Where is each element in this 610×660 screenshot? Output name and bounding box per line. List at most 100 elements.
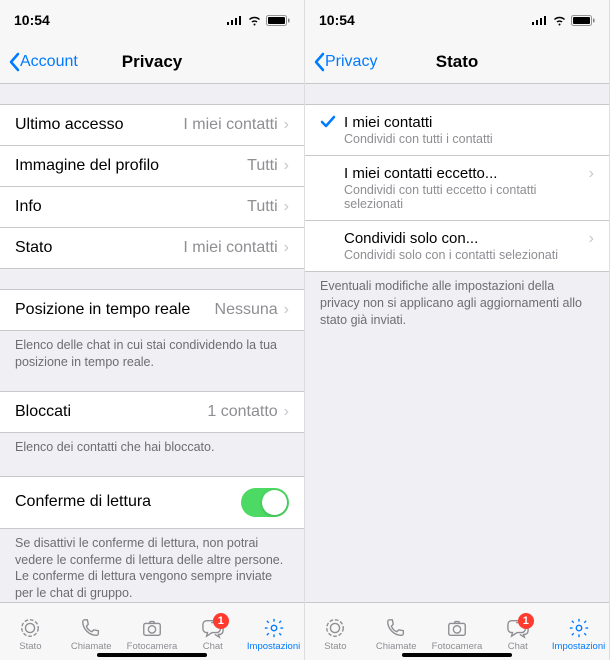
tab-chat[interactable]: 1 Chat bbox=[488, 616, 548, 652]
row-last-seen[interactable]: Ultimo accesso I miei contatti › bbox=[0, 104, 304, 146]
footer-note: Se disattivi le conferme di lettura, non… bbox=[0, 529, 304, 602]
chevron-left-icon bbox=[313, 52, 325, 72]
option-sub: Condividi con tutti eccetto i contatti s… bbox=[344, 183, 583, 211]
tab-impostazioni[interactable]: Impostazioni bbox=[244, 616, 304, 652]
camera-icon bbox=[446, 617, 468, 639]
checkmark-icon bbox=[320, 115, 336, 129]
signal-icon bbox=[227, 15, 243, 25]
back-label: Account bbox=[20, 53, 78, 71]
tab-label: Fotocamera bbox=[432, 641, 483, 652]
row-status[interactable]: Stato I miei contatti › bbox=[0, 228, 304, 269]
tab-label: Chiamate bbox=[71, 641, 112, 652]
tab-label: Chiamate bbox=[376, 641, 417, 652]
tab-fotocamera[interactable]: Fotocamera bbox=[122, 616, 182, 652]
footer-note: Elenco dei contatti che hai bloccato. bbox=[0, 433, 304, 456]
chevron-right-icon: › bbox=[284, 239, 289, 257]
row-label: Posizione in tempo reale bbox=[15, 301, 190, 319]
chevron-right-icon: › bbox=[284, 301, 289, 319]
tab-chat[interactable]: 1 Chat bbox=[183, 616, 243, 652]
row-label: Ultimo accesso bbox=[15, 116, 123, 134]
option-title: I miei contatti bbox=[344, 114, 594, 131]
option-contacts-except[interactable]: I miei contatti eccetto... Condividi con… bbox=[305, 156, 609, 221]
chevron-right-icon: › bbox=[589, 230, 594, 248]
tab-label: Impostazioni bbox=[247, 641, 300, 652]
tab-chiamate[interactable]: Chiamate bbox=[366, 616, 426, 652]
tab-bar: Stato Chiamate Fotocamera 1 Chat Imposta… bbox=[0, 602, 304, 660]
option-sub: Condividi solo con i contatti selezionat… bbox=[344, 248, 583, 262]
page-title: Stato bbox=[436, 52, 479, 72]
option-my-contacts[interactable]: I miei contatti Condividi con tutti i co… bbox=[305, 104, 609, 156]
row-value: Nessuna bbox=[215, 301, 278, 319]
camera-icon bbox=[141, 617, 163, 639]
row-value: Tutti bbox=[247, 198, 278, 216]
option-sub: Condividi con tutti i contatti bbox=[344, 132, 594, 146]
status-bar: 10:54 bbox=[305, 0, 609, 40]
tab-label: Chat bbox=[203, 641, 223, 652]
status-time: 10:54 bbox=[14, 12, 50, 28]
home-indicator[interactable] bbox=[97, 653, 207, 657]
back-label: Privacy bbox=[325, 53, 377, 71]
row-profile-photo[interactable]: Immagine del profilo Tutti › bbox=[0, 146, 304, 187]
status-indicators bbox=[532, 15, 595, 26]
option-share-only-with[interactable]: Condividi solo con... Condividi solo con… bbox=[305, 221, 609, 272]
chevron-right-icon: › bbox=[284, 198, 289, 216]
status-indicators bbox=[227, 15, 290, 26]
nav-bar: Privacy Stato bbox=[305, 40, 609, 84]
status-icon bbox=[324, 617, 346, 639]
wifi-icon bbox=[552, 15, 567, 26]
back-button[interactable]: Account bbox=[8, 52, 78, 72]
row-label: Immagine del profilo bbox=[15, 157, 159, 175]
tab-bar: Stato Chiamate Fotocamera 1 Chat Imposta… bbox=[305, 602, 609, 660]
row-value: 1 contatto bbox=[207, 403, 277, 421]
back-button[interactable]: Privacy bbox=[313, 52, 377, 72]
nav-bar: Account Privacy bbox=[0, 40, 304, 84]
tab-label: Stato bbox=[19, 641, 41, 652]
status-time: 10:54 bbox=[319, 12, 355, 28]
phone-icon bbox=[385, 617, 407, 639]
row-read-receipts[interactable]: Conferme di lettura bbox=[0, 476, 304, 529]
tab-impostazioni[interactable]: Impostazioni bbox=[549, 616, 609, 652]
option-title: Condividi solo con... bbox=[344, 230, 583, 247]
home-indicator[interactable] bbox=[402, 653, 512, 657]
row-blocked[interactable]: Bloccati 1 contatto › bbox=[0, 391, 304, 433]
battery-icon bbox=[571, 15, 595, 26]
row-info[interactable]: Info Tutti › bbox=[0, 187, 304, 228]
tab-chiamate[interactable]: Chiamate bbox=[61, 616, 121, 652]
row-value: I miei contatti bbox=[183, 239, 277, 257]
status-icon bbox=[19, 617, 41, 639]
gear-icon bbox=[263, 617, 285, 639]
tab-fotocamera[interactable]: Fotocamera bbox=[427, 616, 487, 652]
chevron-right-icon: › bbox=[284, 403, 289, 421]
chat-badge: 1 bbox=[518, 613, 534, 629]
tab-label: Chat bbox=[508, 641, 528, 652]
signal-icon bbox=[532, 15, 548, 25]
row-value: Tutti bbox=[247, 157, 278, 175]
status-bar: 10:54 bbox=[0, 0, 304, 40]
chevron-right-icon: › bbox=[284, 116, 289, 134]
row-label: Stato bbox=[15, 239, 52, 257]
battery-icon bbox=[266, 15, 290, 26]
phone-icon bbox=[80, 617, 102, 639]
tab-label: Stato bbox=[324, 641, 346, 652]
wifi-icon bbox=[247, 15, 262, 26]
footer-note: Eventuali modifiche alle impostazioni de… bbox=[305, 272, 609, 329]
tab-label: Impostazioni bbox=[552, 641, 605, 652]
content-scroll[interactable]: I miei contatti Condividi con tutti i co… bbox=[305, 84, 609, 602]
row-live-location[interactable]: Posizione in tempo reale Nessuna › bbox=[0, 289, 304, 331]
chat-badge: 1 bbox=[213, 613, 229, 629]
content-scroll[interactable]: Ultimo accesso I miei contatti › Immagine… bbox=[0, 84, 304, 602]
chevron-right-icon: › bbox=[284, 157, 289, 175]
tab-stato[interactable]: Stato bbox=[0, 616, 60, 652]
read-receipts-switch[interactable] bbox=[241, 488, 289, 517]
tab-stato[interactable]: Stato bbox=[305, 616, 365, 652]
chevron-right-icon: › bbox=[589, 165, 594, 183]
row-value: I miei contatti bbox=[183, 116, 277, 134]
tab-label: Fotocamera bbox=[127, 641, 178, 652]
footer-note: Elenco delle chat in cui stai condividen… bbox=[0, 331, 304, 371]
gear-icon bbox=[568, 617, 590, 639]
row-label: Info bbox=[15, 198, 42, 216]
row-label: Conferme di lettura bbox=[15, 493, 151, 511]
page-title: Privacy bbox=[122, 52, 183, 72]
option-title: I miei contatti eccetto... bbox=[344, 165, 583, 182]
row-label: Bloccati bbox=[15, 403, 71, 421]
